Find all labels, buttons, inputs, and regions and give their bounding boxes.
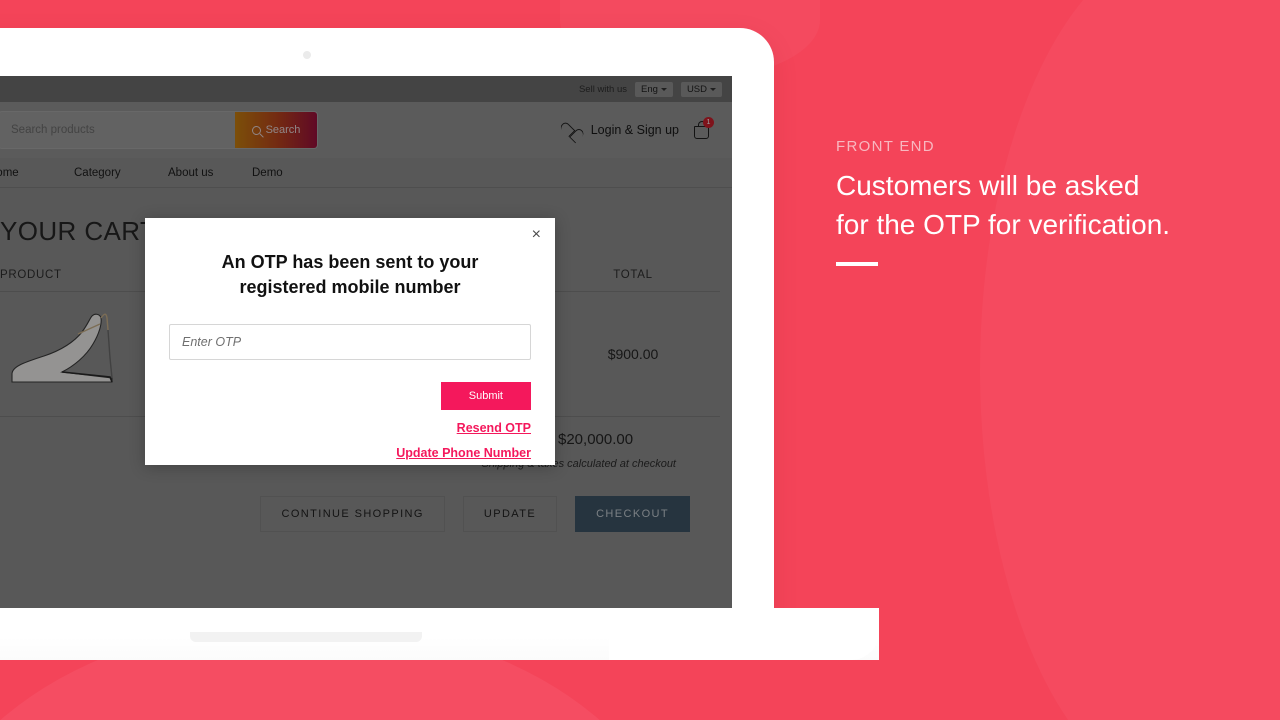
modal-title: An OTP has been sent to your registered … <box>221 252 479 297</box>
nav-item-demo[interactable]: Demo <box>252 167 336 179</box>
close-icon[interactable]: × <box>532 227 541 243</box>
copy-headline-line-1: Customers will be asked <box>836 170 1140 201</box>
chevron-down-icon <box>710 87 716 91</box>
modal-actions: Submit <box>169 381 531 410</box>
search-bar: Search <box>0 111 318 149</box>
resend-otp-link[interactable]: Resend OTP <box>169 421 531 435</box>
topbar-right-group: Sell with us Eng USD <box>579 81 722 97</box>
nav-item-category[interactable]: Category <box>74 167 168 179</box>
copy-headline: Customers will be asked for the OTP for … <box>836 167 1256 244</box>
search-button-label: Search <box>265 124 301 136</box>
continue-shopping-button[interactable]: CONTINUE SHOPPING <box>260 496 445 532</box>
cart-count-badge: 1 <box>703 117 714 128</box>
update-cart-button[interactable]: UPDATE <box>462 496 558 532</box>
header-actions: Login & Sign up 1 <box>562 117 722 139</box>
sell-with-us-link[interactable]: Sell with us <box>579 84 627 95</box>
subtotal-value: $20,000.00 <box>558 431 634 448</box>
currency-selector[interactable]: USD <box>680 81 722 97</box>
update-phone-number-link[interactable]: Update Phone Number <box>169 446 531 460</box>
search-icon <box>251 125 261 135</box>
chevron-down-icon <box>660 87 667 91</box>
login-signup-link[interactable]: Login & Sign up <box>591 123 679 137</box>
row-total: $900.00 <box>607 346 659 362</box>
otp-modal: × An OTP has been sent to your registere… <box>145 218 555 465</box>
copy-eyebrow: FRONT END <box>836 138 935 155</box>
language-selector[interactable]: Eng <box>635 81 673 97</box>
column-header-total: TOTAL <box>613 269 653 281</box>
slide-copy: FRONT END Customers will be asked for th… <box>836 138 1256 267</box>
main-nav: Home Category About us Demo <box>0 158 732 188</box>
otp-input[interactable] <box>169 323 531 360</box>
currency-value: USD <box>686 83 707 95</box>
cart-action-buttons: CONTINUE SHOPPING UPDATE CHECKOUT <box>0 496 720 532</box>
heart-icon[interactable] <box>562 123 577 137</box>
laptop-camera-dot <box>303 51 311 59</box>
background-curve-right <box>980 0 1280 720</box>
search-button[interactable]: Search <box>235 112 317 148</box>
product-thumbnail[interactable] <box>0 308 130 400</box>
copy-underline-rule <box>836 262 878 267</box>
search-input[interactable] <box>0 112 235 148</box>
laptop-base-notch <box>190 632 422 642</box>
slide-canvas: johndoe@domain.com Sell with us Eng USD … <box>0 0 1280 720</box>
submit-button[interactable]: Submit <box>440 381 531 410</box>
checkout-button[interactable]: CHECKOUT <box>575 496 690 532</box>
laptop-base <box>0 608 879 660</box>
copy-headline-line-2: for the OTP for verification. <box>836 208 1171 240</box>
utility-topbar: johndoe@domain.com Sell with us Eng USD <box>0 76 732 102</box>
language-value: Eng <box>641 83 658 95</box>
nav-item-home[interactable]: Home <box>0 167 74 179</box>
site-header: OTP ON CART Search Login & Sign up 1 <box>0 102 732 158</box>
nav-item-about-us[interactable]: About us <box>168 167 252 179</box>
cart-icon[interactable]: 1 <box>693 117 714 139</box>
